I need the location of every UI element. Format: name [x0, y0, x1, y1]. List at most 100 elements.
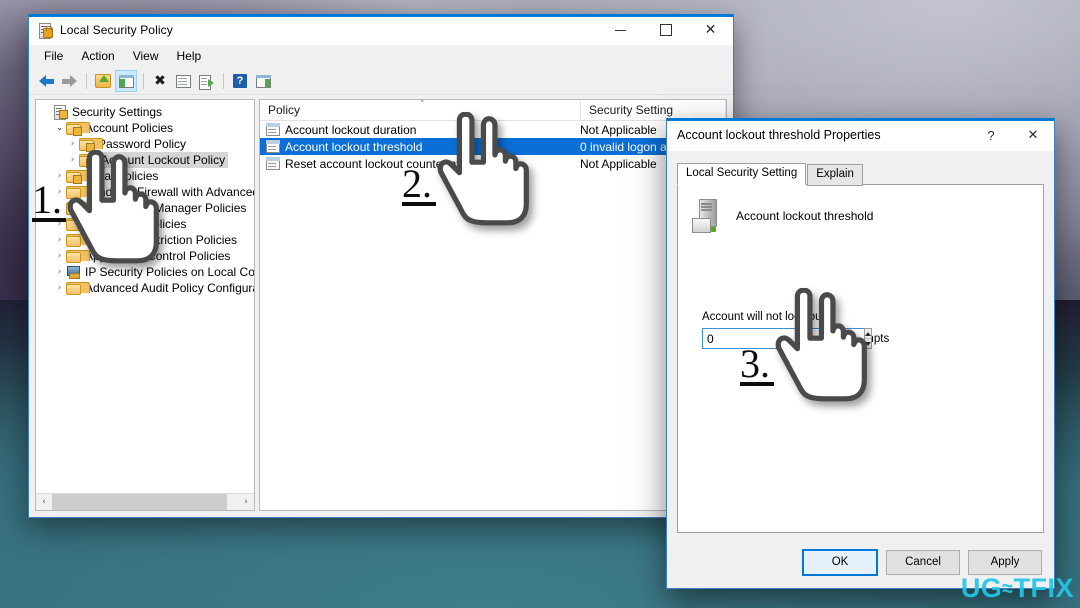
show-hide-action-pane-icon: [256, 75, 271, 88]
folder-icon: [66, 202, 81, 215]
tree-item-application-control-policies[interactable]: ›Application Control Policies: [36, 248, 254, 264]
forward-button[interactable]: [58, 70, 80, 92]
table-row[interactable]: Account lockout durationNot Applicable: [260, 121, 726, 138]
maximize-button[interactable]: [643, 15, 688, 45]
tree-item-label: Security Settings: [72, 104, 162, 120]
column-header-policy-label: Policy: [268, 103, 300, 117]
question-mark-icon: ?: [987, 128, 994, 143]
menu-view[interactable]: View: [124, 47, 168, 65]
tree-item-advanced-audit-policy-configuration[interactable]: › Advanced Audit Policy Configuration: [36, 280, 254, 296]
properties-icon: [176, 75, 191, 88]
tree-item-account-policies[interactable]: ⌄ Account Policies: [36, 120, 254, 136]
tree-item-label: Public Key Policies: [85, 216, 186, 232]
spinner-buttons[interactable]: [864, 328, 872, 349]
chevron-right-icon[interactable]: ›: [53, 283, 66, 293]
up-one-level-icon: [95, 74, 111, 88]
up-one-level-button[interactable]: [92, 70, 114, 92]
watermark-left: UG: [961, 573, 1003, 604]
menu-action[interactable]: Action: [72, 47, 123, 65]
dialog-titlebar[interactable]: Account lockout threshold Properties ? ✕: [667, 119, 1054, 151]
dialog-help-button[interactable]: ?: [970, 119, 1012, 151]
menu-file[interactable]: File: [35, 47, 72, 65]
tree-item-security-settings[interactable]: Security Settings: [36, 104, 254, 120]
apply-button[interactable]: Apply: [968, 550, 1042, 575]
ok-button[interactable]: OK: [802, 549, 878, 576]
close-icon: ✕: [705, 23, 717, 37]
threshold-input[interactable]: [702, 328, 864, 349]
tree-item-password-policy[interactable]: › Password Policy: [36, 136, 254, 152]
folder-icon: [66, 282, 81, 295]
titlebar-accent: [29, 14, 733, 17]
close-button[interactable]: ✕: [688, 15, 733, 45]
toolbar-separator-3: [223, 73, 224, 89]
table-row[interactable]: Account lockout threshold0 invalid logon…: [260, 138, 726, 155]
dialog-close-button[interactable]: ✕: [1012, 119, 1054, 151]
properties-button[interactable]: [172, 70, 194, 92]
show-hide-console-tree-icon: [119, 75, 134, 88]
cancel-button[interactable]: Cancel: [886, 550, 960, 575]
tree-item-software-restriction-policies[interactable]: ›Software Restriction Policies: [36, 232, 254, 248]
scroll-left-button[interactable]: ‹: [36, 494, 52, 510]
chevron-right-icon[interactable]: ›: [66, 139, 79, 149]
tab-local-security-setting[interactable]: Local Security Setting: [677, 163, 806, 185]
tree-item-account-lockout-policy[interactable]: ›Account Lockout Policy: [36, 152, 254, 168]
table-row[interactable]: Reset account lockout counter afterNot A…: [260, 155, 726, 172]
chevron-right-icon[interactable]: ›: [53, 235, 66, 245]
window-titlebar[interactable]: Local Security Policy ✕: [29, 15, 733, 45]
tree-item-label: Advanced Audit Policy Configuration: [85, 280, 255, 296]
threshold-spinner[interactable]: [702, 328, 768, 349]
tree-item-ip-security-policies-on-local-computer[interactable]: ›IP Security Policies on Local Computer: [36, 264, 254, 280]
screenshot-root: Local Security Policy ✕ File Action View…: [0, 0, 1080, 608]
menu-help[interactable]: Help: [168, 47, 211, 65]
minimize-button[interactable]: [598, 15, 643, 45]
delete-button[interactable]: ✖: [149, 70, 171, 92]
menu-bar: File Action View Help: [29, 45, 733, 68]
tree-item-label: Network List Manager Policies: [85, 200, 246, 216]
tree-item-public-key-policies[interactable]: › Public Key Policies: [36, 216, 254, 232]
folder-icon: [66, 234, 81, 247]
window-title: Local Security Policy: [60, 23, 173, 37]
spinner-up-button[interactable]: [865, 329, 871, 338]
policy-icon: [266, 123, 280, 136]
chevron-right-icon[interactable]: ›: [53, 267, 66, 277]
column-header-policy[interactable]: Policy ˄: [260, 100, 581, 120]
chevron-down-icon: [865, 342, 871, 346]
spinner-down-button[interactable]: [865, 339, 871, 348]
tree-item-local-policies[interactable]: › Local Policies: [36, 168, 254, 184]
tree-horizontal-scrollbar[interactable]: ‹ ›: [36, 493, 254, 510]
chevron-right-icon[interactable]: ›: [53, 187, 66, 197]
folder-icon: [66, 218, 81, 231]
show-hide-console-tree-button[interactable]: [115, 70, 137, 92]
policy-name-label: Account lockout duration: [285, 123, 416, 137]
chevron-right-icon[interactable]: ›: [53, 251, 66, 261]
column-header-security-setting-label: Security Setting: [589, 103, 673, 117]
tree-item-windows-firewall-with-advanced-security[interactable]: ›Windows Firewall with Advanced Security: [36, 184, 254, 200]
chevron-right-icon[interactable]: ›: [66, 155, 79, 165]
export-list-button[interactable]: [195, 70, 217, 92]
back-button[interactable]: [35, 70, 57, 92]
tab-explain[interactable]: Explain: [807, 164, 863, 186]
dialog-body: Local Security Setting Explain Account l…: [667, 151, 1054, 588]
chevron-right-icon[interactable]: ›: [53, 219, 66, 229]
folder-icon: [66, 250, 81, 263]
tree-item-label: Account Policies: [85, 120, 173, 136]
console-tree: Security Settings ⌄ Account Policies › Passw…: [36, 100, 254, 296]
chevron-down-icon[interactable]: ⌄: [53, 123, 66, 133]
server-policy-icon: [692, 199, 722, 233]
forward-icon: [62, 75, 77, 88]
tree-item-label: Password Policy: [98, 136, 186, 152]
policy-icon: [266, 157, 280, 170]
help-button[interactable]: ?: [229, 70, 251, 92]
dialog-tabstrip: Local Security Setting Explain: [677, 163, 864, 185]
local-security-policy-window: Local Security Policy ✕ File Action View…: [28, 14, 734, 518]
list-header: Policy ˄ Security Setting: [260, 100, 726, 121]
show-hide-action-pane-button[interactable]: [252, 70, 274, 92]
column-header-security-setting[interactable]: Security Setting: [581, 100, 726, 120]
folder-icon: [66, 186, 81, 199]
scroll-right-button[interactable]: ›: [238, 494, 254, 510]
scroll-track[interactable]: [52, 494, 238, 510]
tree-item-network-list-manager-policies[interactable]: Network List Manager Policies: [36, 200, 254, 216]
tree-item-label: Local Policies: [85, 168, 158, 184]
scroll-thumb[interactable]: [52, 494, 227, 510]
chevron-right-icon[interactable]: ›: [53, 171, 66, 181]
